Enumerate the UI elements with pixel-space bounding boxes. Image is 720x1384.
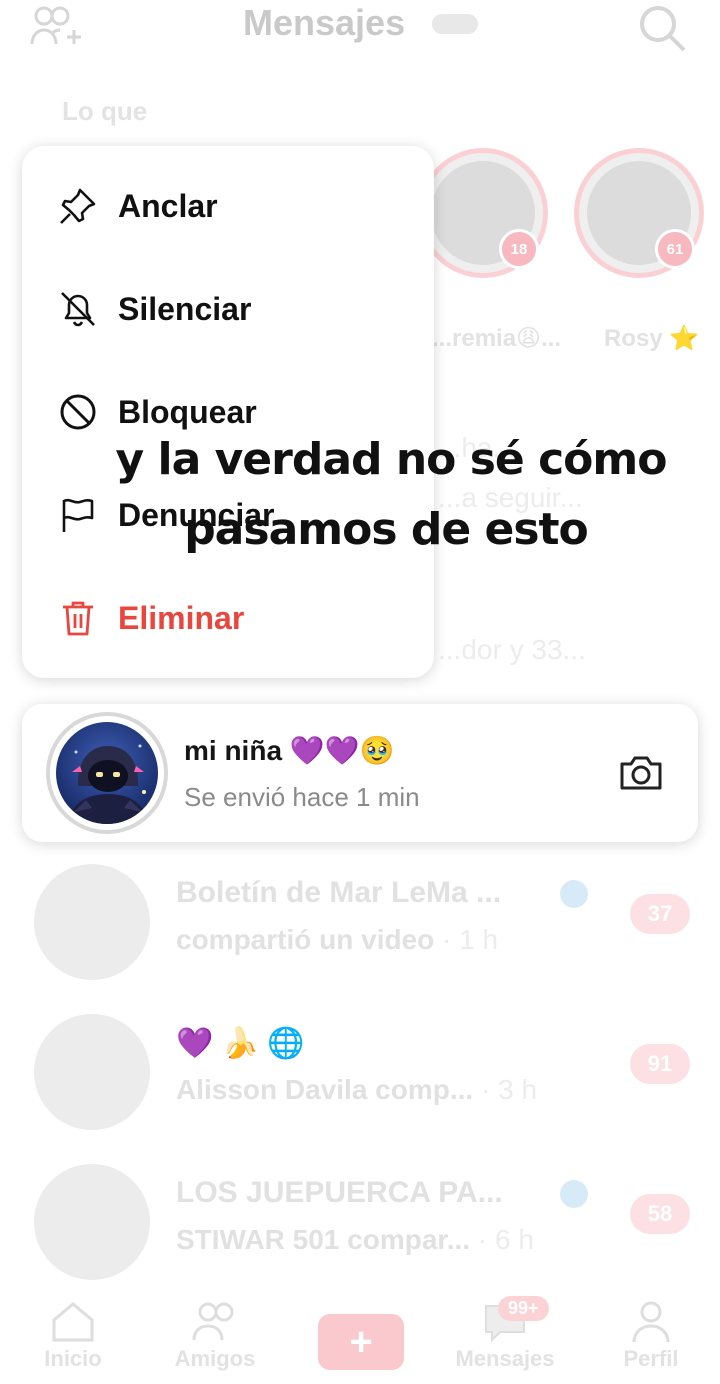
avatar	[46, 712, 168, 834]
trash-icon	[63, 601, 93, 636]
messages-count-badge: 99+	[498, 1296, 549, 1321]
menu-item-pin[interactable]: Anclar	[22, 170, 434, 240]
story-name: ...remia😩...	[432, 325, 562, 352]
profile-icon	[632, 1301, 670, 1343]
caption-line: y la verdad no sé cómo	[115, 434, 668, 485]
chat-name: mi niña 💜💜🥹	[184, 735, 395, 766]
friends-icon	[192, 1302, 234, 1341]
avatar	[34, 1164, 150, 1280]
unread-count-badge: 91	[630, 1044, 690, 1084]
background-text: ...dor y 33...	[438, 634, 586, 665]
verified-icon	[560, 880, 588, 908]
nav-label: Mensajes	[455, 1346, 555, 1371]
chat-status: Se envió hace 1 min	[184, 782, 420, 812]
chat-row[interactable]: 💜 🍌 🌐 Alisson Davila comp... · 3 h 91	[0, 1014, 720, 1144]
story-avatar[interactable]: 61	[574, 148, 704, 278]
nav-label: Inicio	[44, 1346, 102, 1371]
menu-item-label: Anclar	[118, 188, 218, 224]
page-title: Mensajes	[243, 2, 406, 43]
add-friends-icon[interactable]	[30, 4, 86, 48]
avatar	[34, 1014, 150, 1130]
chat-time: · 3 h	[480, 1074, 538, 1105]
bottom-navigation: Inicio Amigos + Mensajes 99+ Perfil	[0, 1290, 720, 1384]
story-badge: 61	[655, 229, 695, 269]
home-icon	[52, 1302, 94, 1342]
nav-profile[interactable]: Perfil	[596, 1290, 706, 1384]
verified-icon	[560, 1180, 588, 1208]
status-toggle[interactable]	[432, 14, 478, 34]
story-badge: 18	[499, 229, 539, 269]
chat-name: LOS JUEPUERCA PA...	[176, 1176, 503, 1209]
menu-item-mute[interactable]: Silenciar	[22, 273, 434, 343]
stories-label: Lo que	[62, 96, 148, 126]
top-bar: Mensajes	[0, 0, 720, 56]
menu-item-label: Eliminar	[118, 600, 245, 636]
chat-preview: compartió un video · 1 h	[176, 924, 498, 956]
block-icon	[60, 394, 96, 430]
caption-line: pasamos de esto	[184, 504, 589, 555]
nav-home[interactable]: Inicio	[18, 1290, 128, 1384]
story-name: Rosy ⭐	[604, 325, 700, 352]
bell-off-icon	[61, 292, 95, 327]
create-button[interactable]: +	[318, 1314, 404, 1370]
chat-preview: STIWAR 501 compar... · 6 h	[176, 1224, 534, 1256]
chat-time: · 6 h	[477, 1224, 534, 1255]
avatar-image	[56, 722, 158, 824]
pin-icon	[60, 188, 96, 224]
nav-label: Amigos	[174, 1346, 256, 1371]
unread-count-badge: 37	[630, 894, 690, 934]
chat-preview: Alisson Davila comp... · 3 h	[176, 1074, 537, 1106]
chat-context-menu: Anclar Silenciar Bloquear Denunciar Elim…	[22, 146, 434, 678]
camera-icon[interactable]	[618, 752, 664, 794]
search-icon[interactable]	[636, 2, 688, 54]
chat-name: Boletín de Mar LeMa ...	[176, 876, 502, 909]
nav-friends[interactable]: Amigos	[160, 1290, 270, 1384]
avatar	[34, 864, 150, 980]
chat-time: · 1 h	[442, 924, 499, 955]
chat-name: 💜 🍌 🌐	[176, 1027, 305, 1060]
chat-row[interactable]: Boletín de Mar LeMa ... compartió un vid…	[0, 864, 720, 994]
nav-label: Perfil	[623, 1346, 679, 1371]
selected-chat-card[interactable]: mi niña 💜💜🥹 Se envió hace 1 min	[22, 704, 698, 842]
unread-count-badge: 58	[630, 1194, 690, 1234]
chat-preview-text: compartió un video	[176, 924, 435, 955]
chat-preview-text: Alisson Davila comp...	[176, 1074, 474, 1105]
menu-item-delete[interactable]: Eliminar	[22, 582, 434, 652]
menu-item-label: Bloquear	[118, 394, 257, 430]
menu-item-label: Silenciar	[118, 291, 252, 327]
chat-row[interactable]: LOS JUEPUERCA PA... STIWAR 501 compar...…	[0, 1164, 720, 1294]
chat-preview-text: STIWAR 501 compar...	[176, 1224, 471, 1255]
story-avatar[interactable]: 18	[418, 148, 548, 278]
